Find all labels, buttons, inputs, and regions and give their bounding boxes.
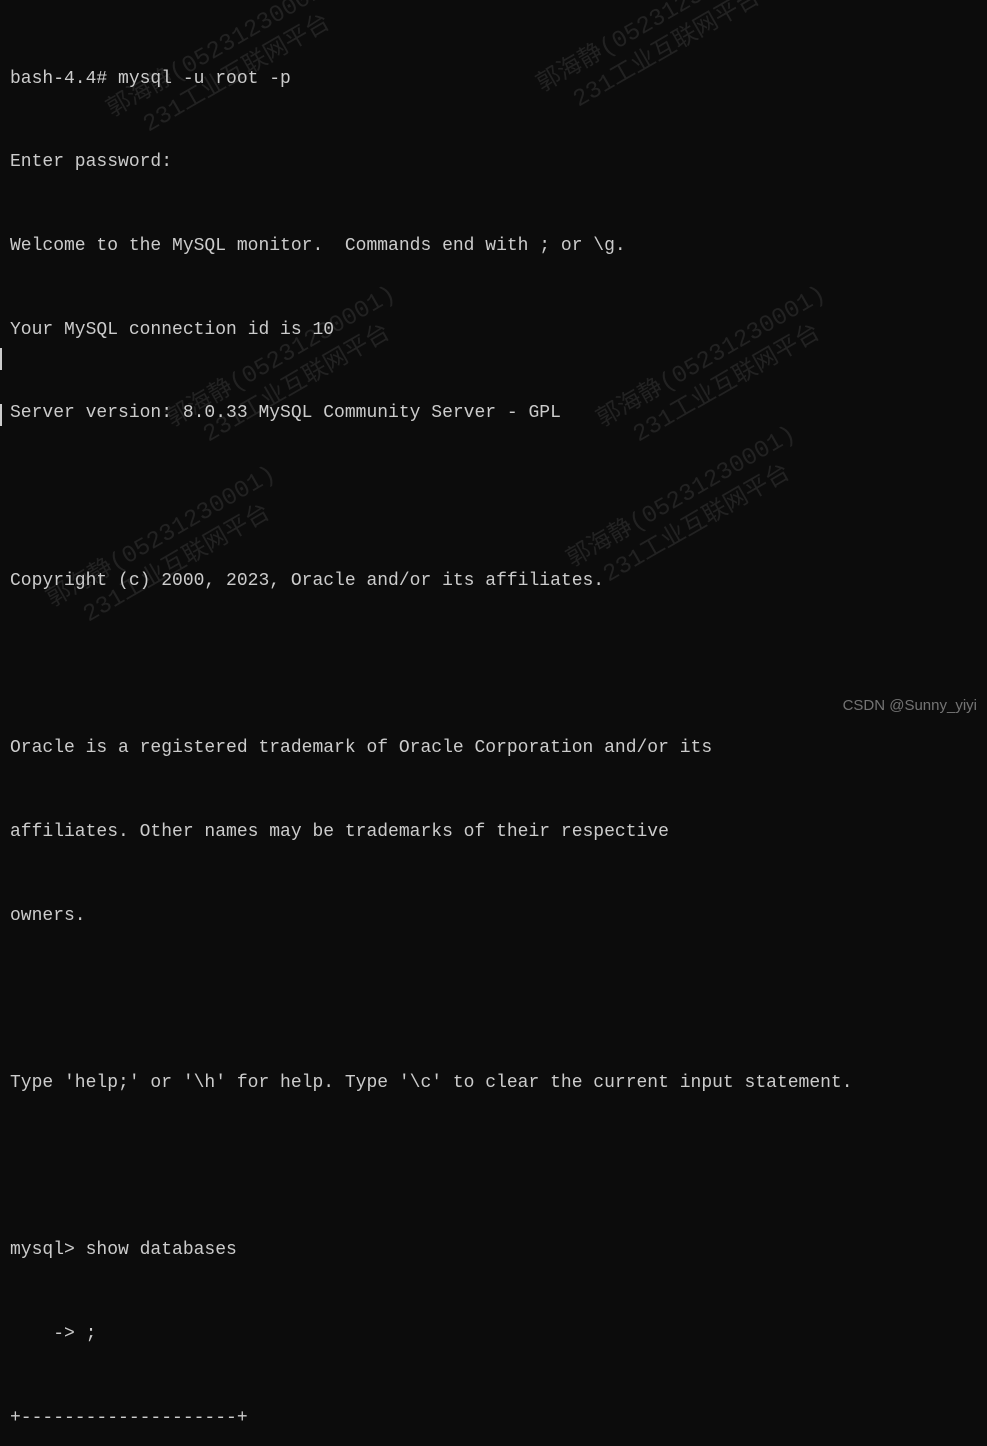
terminal-line: bash-4.4# mysql -u root -p [10, 66, 977, 94]
terminal-line: -> ; [10, 1321, 977, 1349]
text-cursor-indicator [0, 404, 2, 426]
terminal-line: owners. [10, 903, 977, 931]
terminal-line: mysql> show databases [10, 1237, 977, 1265]
terminal-line: Welcome to the MySQL monitor. Commands e… [10, 233, 977, 261]
terminal-line: Copyright (c) 2000, 2023, Oracle and/or … [10, 568, 977, 596]
terminal-output[interactable]: bash-4.4# mysql -u root -p Enter passwor… [10, 10, 977, 1446]
terminal-line [10, 484, 977, 512]
terminal-line: Oracle is a registered trademark of Orac… [10, 735, 977, 763]
terminal-line: affiliates. Other names may be trademark… [10, 819, 977, 847]
csdn-attribution: CSDN @Sunny_yiyi [843, 694, 977, 717]
terminal-line: Server version: 8.0.33 MySQL Community S… [10, 400, 977, 428]
terminal-line [10, 651, 977, 679]
terminal-line: +--------------------+ [10, 1405, 977, 1433]
terminal-line [10, 986, 977, 1014]
terminal-line: Type 'help;' or '\h' for help. Type '\c'… [10, 1070, 977, 1098]
terminal-line [10, 1154, 977, 1182]
text-cursor-indicator [0, 348, 2, 370]
terminal-line: Enter password: [10, 149, 977, 177]
terminal-line: Your MySQL connection id is 10 [10, 317, 977, 345]
